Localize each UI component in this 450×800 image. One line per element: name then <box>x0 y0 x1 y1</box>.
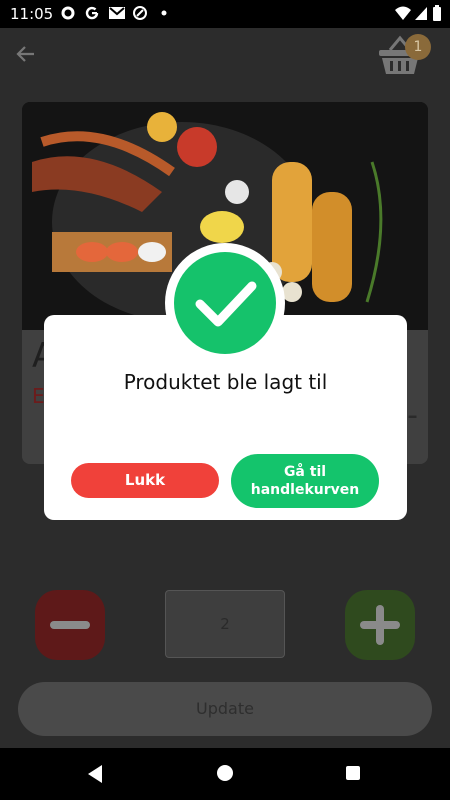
quantity-field[interactable]: 2 <box>165 590 285 658</box>
status-bar: 11:05 <box>0 0 450 28</box>
signal-icon <box>414 5 428 25</box>
data-saver-icon <box>132 5 148 25</box>
dot-icon <box>160 5 168 25</box>
checkmark-icon <box>174 252 276 354</box>
nav-home-icon[interactable] <box>217 765 233 781</box>
back-arrow-icon[interactable] <box>14 42 38 66</box>
battery-icon <box>432 5 442 26</box>
dialog-message: Produktet ble lagt til <box>123 370 328 394</box>
nav-back-icon[interactable] <box>86 764 104 784</box>
gear-icon <box>60 5 76 25</box>
wifi-icon <box>394 5 412 25</box>
google-g-icon <box>84 5 100 25</box>
update-button[interactable]: Update <box>18 682 432 736</box>
cart-count-badge: 1 <box>405 34 431 60</box>
gmail-icon <box>108 5 126 25</box>
increase-quantity-button[interactable] <box>345 590 415 660</box>
minus-icon <box>50 621 90 629</box>
nav-recents-icon[interactable] <box>346 766 360 780</box>
quantity-stepper: 2 <box>0 590 450 660</box>
decrease-quantity-button[interactable] <box>35 590 105 660</box>
system-navigation-bar <box>0 748 450 800</box>
close-button[interactable]: Lukk <box>71 463 219 498</box>
go-to-cart-button[interactable]: Gå til handlekurven <box>231 454 379 508</box>
clock-time: 11:05 <box>10 5 54 23</box>
go-to-cart-label-line2: handlekurven <box>250 482 360 498</box>
go-to-cart-label-line1: Gå til <box>283 464 327 480</box>
product-price: - <box>407 398 418 433</box>
